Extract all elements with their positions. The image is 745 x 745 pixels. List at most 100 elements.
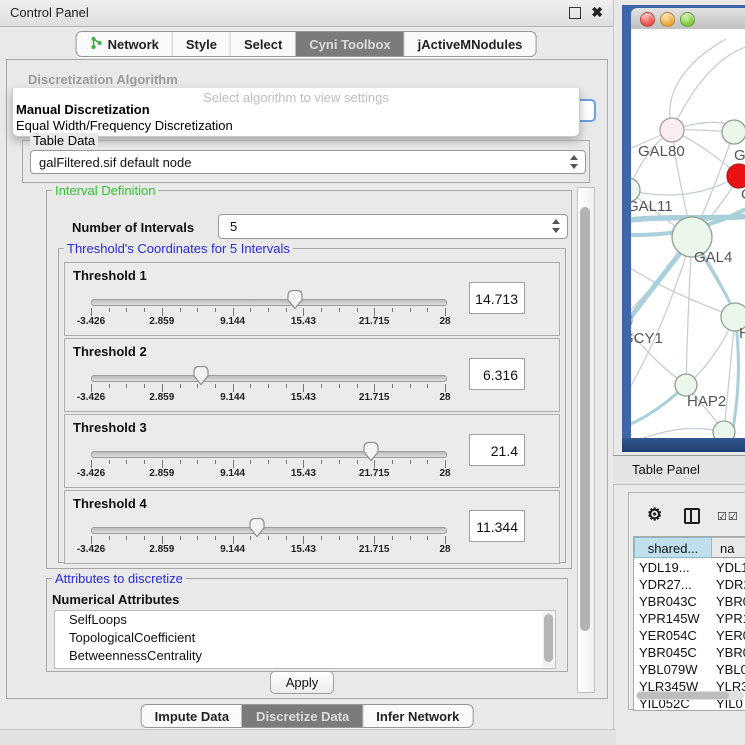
cell-name: YDL1 (716, 559, 745, 576)
network-node[interactable] (727, 164, 745, 188)
close-button-mac[interactable] (640, 12, 655, 27)
minimize-button-mac[interactable] (660, 12, 675, 27)
node-label-gal11: GAL11 (631, 198, 673, 215)
gear-icon[interactable]: ⚙ (647, 505, 662, 525)
table-row[interactable]: YDL19... YDL1 (634, 559, 745, 576)
slider-tick-labels: -3.4262.8599.14415.4321.71528 (91, 392, 445, 404)
tab-infer-network[interactable]: Infer Network (362, 705, 472, 727)
cell-name: YBR0 (716, 644, 745, 661)
numerical-attributes-label: Numerical Attributes (52, 592, 179, 607)
network-edge[interactable] (686, 237, 692, 385)
threshold-coordinates-group-label: Threshold's Coordinates for 5 Intervals (64, 241, 293, 256)
table-row[interactable]: YBL079WYBL0 (634, 661, 745, 678)
scrollbar-thumb[interactable] (580, 207, 590, 631)
slider-track[interactable] (91, 375, 447, 382)
tab-cyni-toolbox[interactable]: Cyni Toolbox (295, 32, 403, 56)
threshold-panel-2: Threshold 2-3.4262.8599.14415.4321.71528… (64, 338, 560, 412)
slider-tick-labels: -3.4262.8599.14415.4321.71528 (91, 544, 445, 556)
network-window-titlebar[interactable] (631, 8, 745, 30)
column-header-name[interactable]: na (712, 537, 745, 558)
slider-handle[interactable] (248, 517, 266, 538)
tab-label: Style (186, 37, 217, 52)
network-canvas[interactable]: GAL80GACGAL11GAL4GCY1HHAP2 (631, 29, 745, 440)
threshold-value-field[interactable]: 21.4 (469, 434, 525, 466)
table-row[interactable]: YER054CYER0 (634, 627, 745, 644)
threshold-label: Threshold 1 (73, 268, 147, 283)
control-panel-titlebar: Control Panel ✖ (0, 0, 613, 27)
threshold-panel-3: Threshold 3 -3.4262.8599.14415.4321.71528… (64, 414, 560, 488)
close-icon[interactable]: ✖ (591, 4, 603, 21)
column-header-shared[interactable]: shared... (634, 537, 712, 558)
menu-item-equal-width-frequency[interactable]: Equal Width/Frequency Discretization (16, 118, 233, 133)
attribute-item[interactable]: BetweennessCentrality (55, 647, 555, 665)
node-attribute-table[interactable]: shared... na YDL19...YDL1YDR27...YDR2YBR… (633, 536, 745, 711)
attribute-item[interactable]: SelfLoops (55, 611, 555, 629)
attribute-item[interactable]: TopologicalCoefficient (55, 629, 555, 647)
tab-label: Infer Network (376, 709, 459, 724)
float-window-icon[interactable] (569, 7, 581, 19)
network-edge[interactable] (724, 317, 735, 432)
slider-ticks (91, 384, 445, 392)
tab-discretize-data[interactable]: Discretize Data (242, 705, 362, 727)
slider-ticks (91, 460, 445, 468)
network-edge[interactable] (631, 176, 739, 195)
tab-impute-data[interactable]: Impute Data (142, 705, 242, 727)
discretization-algorithm-group-label: Discretization Algorithm (28, 72, 178, 87)
slider-handle[interactable] (192, 365, 210, 386)
network-edge[interactable] (672, 44, 745, 130)
list-scrollbar[interactable] (543, 612, 554, 667)
slider-handle[interactable] (286, 289, 304, 310)
tab-label: Impute Data (155, 709, 229, 724)
table-horizontal-scrollbar[interactable] (636, 691, 744, 700)
table-data-combobox[interactable]: galFiltered.sif default node (30, 150, 586, 174)
tab-label: Discretize Data (256, 709, 349, 724)
list-scrollbar-thumb[interactable] (544, 614, 553, 662)
settings-scrollbar[interactable] (577, 187, 595, 693)
table-row[interactable]: YBR045C YBR0 (634, 644, 745, 661)
menu-item-manual-discretization[interactable]: Manual Discretization (16, 102, 150, 117)
cell-shared-name: YBL079W (639, 661, 698, 678)
network-edge[interactable] (631, 259, 735, 317)
slider-tick-labels: -3.4262.8599.14415.4321.71528 (91, 468, 445, 480)
tab-style[interactable]: Style (172, 32, 230, 56)
slider-track[interactable] (91, 299, 447, 306)
network-node[interactable] (660, 118, 684, 142)
table-row[interactable]: YPR145WYPR1 (634, 610, 745, 627)
zoom-button-mac[interactable] (680, 12, 695, 27)
threshold-value-field[interactable]: 11.344 (469, 510, 525, 542)
number-of-intervals-spinner[interactable]: 5 (218, 214, 568, 239)
combo-arrows-icon (569, 154, 578, 170)
node-label-c: C (741, 186, 745, 203)
tab-label: Cyni Toolbox (309, 37, 390, 52)
apply-button[interactable]: Apply (270, 671, 334, 694)
node-label-hap2: HAP2 (687, 393, 726, 410)
cell-shared-name: YDL19... (639, 559, 690, 576)
threshold-value-field[interactable]: 6.316 (469, 358, 525, 390)
cell-shared-name: YPR145W (639, 610, 700, 627)
cell-shared-name: YBR043C (639, 593, 697, 610)
attributes-group-label: Attributes to discretize (52, 571, 186, 586)
cell-shared-name: YER054C (639, 627, 697, 644)
network-window-bottom-frame (622, 438, 745, 452)
cell-shared-name: YDR27... (639, 576, 692, 593)
threshold-label: Threshold 3 (73, 420, 147, 435)
tab-jactivemnodules[interactable]: jActiveMNodules (404, 32, 536, 56)
tab-select[interactable]: Select (230, 32, 295, 56)
threshold-value-field[interactable]: 14.713 (469, 282, 525, 314)
slider-track[interactable] (91, 527, 447, 534)
table-row[interactable]: YDR27...YDR2 (634, 576, 745, 593)
network-node[interactable] (722, 120, 745, 144)
checkbox-icons[interactable]: ☑☑ (717, 510, 739, 523)
table-panel-header: Table Panel (613, 455, 745, 485)
cell-shared-name: YBR045C (639, 644, 697, 661)
tab-network[interactable]: Network (77, 32, 172, 56)
threshold-panel-1: Threshold 1-3.4262.8599.14415.4321.71528… (64, 262, 560, 336)
column-layout-icon[interactable] (684, 508, 700, 524)
slider-track[interactable] (91, 451, 447, 458)
network-edge-thick[interactable] (731, 317, 738, 440)
table-row[interactable]: YBR043CYBR0 (634, 593, 745, 610)
numerical-attributes-list[interactable]: SelfLoopsTopologicalCoefficientBetweenne… (54, 610, 556, 669)
node-label-h: H (739, 325, 745, 342)
hscroll-thumb[interactable] (637, 692, 729, 699)
slider-handle[interactable] (362, 441, 380, 462)
